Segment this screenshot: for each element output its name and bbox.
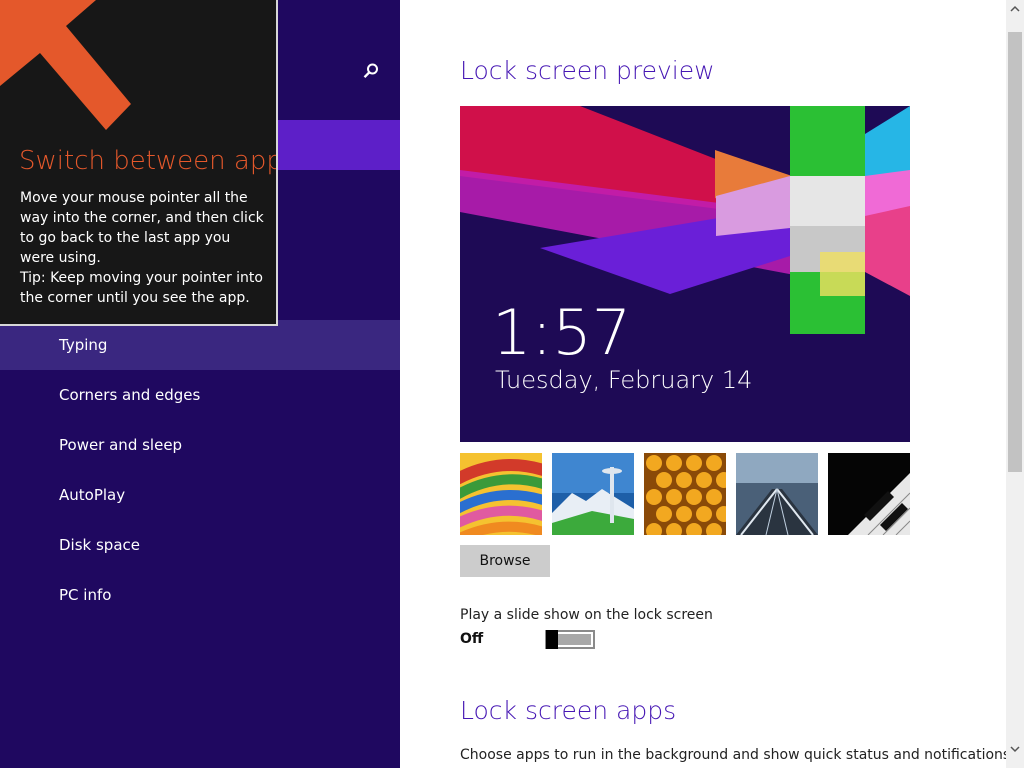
- lock-screen-preview: 1:57 Tuesday, February 14: [460, 106, 910, 442]
- sidebar-item-label: AutoPlay: [59, 486, 126, 504]
- sidebar-item-corners-and-edges[interactable]: Corners and edges: [0, 370, 400, 420]
- slideshow-label: Play a slide show on the lock screen: [460, 607, 713, 623]
- sidebar-item-autoplay[interactable]: AutoPlay: [0, 470, 400, 520]
- background-thumbnail[interactable]: [460, 453, 542, 535]
- tip-body: Move your mouse pointer all the way into…: [20, 188, 266, 308]
- colorful-ribbons-image: [460, 453, 542, 535]
- lock-screen-apps-description: Choose apps to run in the background and…: [460, 747, 1015, 763]
- lock-screen-preview-heading: Lock screen preview: [460, 56, 715, 85]
- sidebar-item-label: PC info: [59, 586, 112, 604]
- sidebar-item-power-and-sleep[interactable]: Power and sleep: [0, 420, 400, 470]
- sidebar-item-label: Power and sleep: [59, 436, 183, 454]
- background-thumbnail[interactable]: [644, 453, 726, 535]
- seattle-space-needle-image: [552, 453, 634, 535]
- scroll-thumb[interactable]: [1008, 32, 1022, 472]
- arrow-up-left-icon: [0, 0, 131, 130]
- lock-screen-date: Tuesday, February 14: [495, 366, 753, 394]
- sidebar-item-pc-info[interactable]: PC info: [0, 570, 400, 620]
- sidebar-item-disk-space[interactable]: Disk space: [0, 520, 400, 570]
- slideshow-toggle[interactable]: [545, 630, 595, 649]
- background-thumbnail[interactable]: [552, 453, 634, 535]
- scroll-up-button[interactable]: [1006, 0, 1024, 18]
- chevron-down-icon: [1010, 746, 1020, 753]
- sidebar-item-label: Corners and edges: [59, 386, 201, 404]
- sidebar-item-label: Disk space: [59, 536, 140, 554]
- scroll-down-button[interactable]: [1006, 740, 1024, 758]
- tip-popup[interactable]: Switch between apps Move your mouse poin…: [0, 0, 278, 326]
- background-thumbnail[interactable]: [828, 453, 910, 535]
- sidebar-item-typing[interactable]: Typing: [0, 320, 400, 370]
- vertical-scrollbar[interactable]: [1006, 0, 1024, 768]
- search-icon: [363, 63, 378, 79]
- lock-screen-apps-heading: Lock screen apps: [460, 696, 677, 725]
- tip-title: Switch between apps: [19, 146, 278, 176]
- toggle-knob: [546, 630, 558, 649]
- lock-screen-time: 1:57: [492, 296, 632, 369]
- search-button[interactable]: [356, 56, 386, 86]
- tip-body-hint: Tip: Keep moving your pointer into the c…: [20, 270, 263, 306]
- sidebar-item-label: Typing: [59, 336, 108, 354]
- piano-keys-image: [828, 453, 910, 535]
- browse-button[interactable]: Browse: [460, 545, 550, 577]
- light-trails-image: [736, 453, 818, 535]
- chevron-up-icon: [1010, 5, 1020, 12]
- tip-body-text: Move your mouse pointer all the way into…: [20, 190, 264, 266]
- background-thumbnail[interactable]: [736, 453, 818, 535]
- honeycomb-image: [644, 453, 726, 535]
- lock-screen-settings: Lock screen preview 1:57 Tuesday, Februa…: [400, 0, 1015, 768]
- slideshow-state: Off: [460, 631, 484, 647]
